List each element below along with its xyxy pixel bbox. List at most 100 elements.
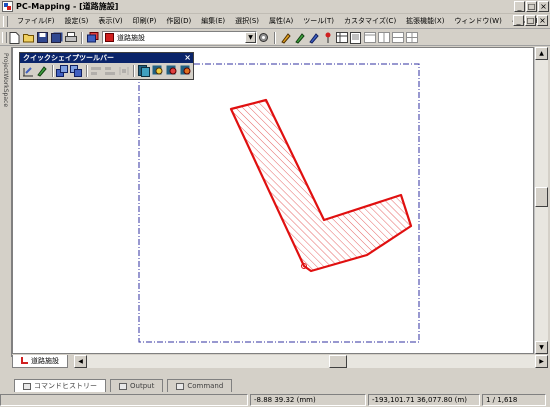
quick-shape-button-7[interactable]	[117, 65, 130, 78]
menu-customize[interactable]: カスタマイズ(C)	[337, 16, 399, 26]
pen-edit-icon	[280, 32, 291, 44]
menu-attribute[interactable]: 属性(A)	[262, 16, 296, 26]
menu-edit[interactable]: 編集(E)	[194, 16, 228, 26]
menu-grip-handle[interactable]	[0, 15, 10, 28]
quick-shape-button-4[interactable]	[70, 65, 83, 78]
quick-shape-button-11[interactable]	[179, 65, 192, 78]
layer-settings-button[interactable]	[257, 31, 270, 44]
menu-tools[interactable]: ツール(T)	[296, 16, 337, 26]
attribute-tool-button-1[interactable]	[279, 31, 292, 44]
quick-shape-toolbar-title-text: クイックシェイプツールバー	[23, 54, 114, 62]
quick-shape-toolbar-title[interactable]: クイックシェイプツールバー ×	[20, 53, 193, 63]
project-workspace-tab[interactable]: ProjectWorkSpace	[0, 47, 12, 357]
menu-window[interactable]: ウィンドウ(W)	[447, 16, 504, 26]
doc-restore-button[interactable]: □	[525, 15, 536, 26]
minimize-button[interactable]: _	[514, 1, 525, 12]
window-layout-button-3[interactable]	[391, 31, 404, 44]
menu-draw[interactable]: 作図(D)	[159, 16, 194, 26]
tab-output[interactable]: Output	[110, 379, 164, 392]
output-panel-tabs: コマンドヒストリー Output Command	[0, 378, 550, 392]
attribute-tool-button-4[interactable]	[321, 31, 334, 44]
tab-command-history-label: コマンドヒストリー	[34, 382, 97, 390]
attribute-tool-button-3[interactable]	[307, 31, 320, 44]
menu-settings[interactable]: 設定(S)	[58, 16, 92, 26]
horizontal-scrollbar[interactable]: ◀ ▶	[74, 354, 548, 368]
quick-shape-button-8[interactable]	[137, 65, 150, 78]
menu-print[interactable]: 印刷(P)	[126, 16, 160, 26]
attribute-table-button[interactable]	[335, 31, 348, 44]
toolbar-separator	[85, 65, 88, 77]
vertical-scrollbar[interactable]: ▲ ▼	[534, 47, 548, 354]
drawing-surface[interactable]	[13, 48, 534, 354]
doc-close-button[interactable]: ×	[537, 15, 548, 26]
save-button[interactable]	[36, 31, 49, 44]
quick-shape-button-6[interactable]	[104, 65, 117, 78]
print-preview-button[interactable]	[64, 31, 77, 44]
tab-command-label: Command	[187, 382, 224, 390]
title-bar: PC-Mapping - [道路施設] _ □ ×	[0, 0, 550, 14]
quick-shape-button-10[interactable]	[165, 65, 178, 78]
menu-view[interactable]: 表示(V)	[91, 16, 125, 26]
tab-command[interactable]: Command	[167, 379, 233, 392]
scroll-up-button[interactable]: ▲	[535, 47, 548, 60]
status-cursor-coords: -8.88 39.32 (mm)	[250, 394, 366, 406]
new-button[interactable]	[8, 31, 21, 44]
layer-icon	[137, 65, 150, 77]
distribute-icon	[119, 67, 129, 75]
close-icon[interactable]: ×	[184, 53, 191, 62]
menu-file[interactable]: ファイル(F)	[10, 16, 58, 26]
menu-extensions[interactable]: 拡張機能(X)	[399, 16, 447, 26]
marker-icon	[180, 65, 191, 75]
tab-output-label: Output	[130, 382, 155, 390]
quick-shape-toolbar[interactable]: クイックシェイプツールバー ×	[19, 52, 194, 80]
status-bar: -8.88 39.32 (mm) -193,101.71 36,077.80 (…	[0, 393, 550, 407]
road-facility-shape[interactable]	[229, 98, 413, 273]
main-toolbar: 道路施設 ▼	[0, 30, 550, 46]
doc-minimize-button[interactable]: _	[513, 15, 524, 26]
scroll-left-button[interactable]: ◀	[74, 354, 87, 368]
document-button[interactable]	[349, 31, 362, 44]
open-button[interactable]	[22, 31, 35, 44]
save-all-icon	[50, 32, 62, 43]
split-window-icon	[377, 32, 390, 43]
layer-select[interactable]: 道路施設 ▼	[102, 31, 257, 44]
gear-icon	[259, 33, 268, 42]
tab-command-history[interactable]: コマンドヒストリー	[14, 379, 106, 392]
history-icon	[23, 382, 31, 390]
vertical-scroll-thumb[interactable]	[535, 187, 548, 207]
chevron-down-icon[interactable]: ▼	[245, 32, 256, 43]
horizontal-scroll-thumb[interactable]	[329, 354, 347, 368]
print-icon	[64, 32, 77, 42]
quick-shape-button-1[interactable]	[22, 65, 35, 78]
window-layout-button-1[interactable]	[363, 31, 376, 44]
save-all-button[interactable]	[50, 31, 63, 44]
view-tab[interactable]: 道路施設	[12, 354, 68, 368]
quick-shape-button-2[interactable]	[36, 65, 49, 78]
view-tab-label: 道路施設	[31, 356, 59, 365]
layer-color-swatch	[105, 33, 114, 42]
app-icon	[2, 1, 13, 12]
layer-select-value: 道路施設	[117, 33, 145, 42]
window-layout-button-4[interactable]	[405, 31, 418, 44]
scroll-right-button[interactable]: ▶	[535, 354, 548, 368]
layer-manager-button[interactable]	[86, 31, 99, 44]
attribute-tool-button-2[interactable]	[293, 31, 306, 44]
quick-shape-button-9[interactable]	[151, 65, 164, 78]
toolbar-separator	[81, 31, 83, 44]
maximize-button[interactable]: □	[526, 1, 537, 12]
quick-shape-button-3[interactable]	[56, 65, 69, 78]
quick-shape-toolbar-body	[20, 63, 193, 79]
scroll-down-button[interactable]: ▼	[535, 341, 548, 354]
grid-window-icon	[405, 32, 418, 43]
quick-shape-button-5[interactable]	[90, 65, 103, 78]
save-disk-icon	[37, 32, 48, 43]
toolbar-grip-handle[interactable]	[0, 31, 8, 44]
menu-select[interactable]: 選択(S)	[228, 16, 262, 26]
toolbar-separator	[274, 31, 276, 44]
map-canvas[interactable]	[12, 47, 534, 354]
view-tab-icon	[21, 357, 28, 364]
window-icon	[363, 32, 376, 43]
status-scale: 1 / 1,618	[482, 394, 546, 406]
window-layout-button-2[interactable]	[377, 31, 390, 44]
close-button[interactable]: ×	[538, 1, 549, 12]
